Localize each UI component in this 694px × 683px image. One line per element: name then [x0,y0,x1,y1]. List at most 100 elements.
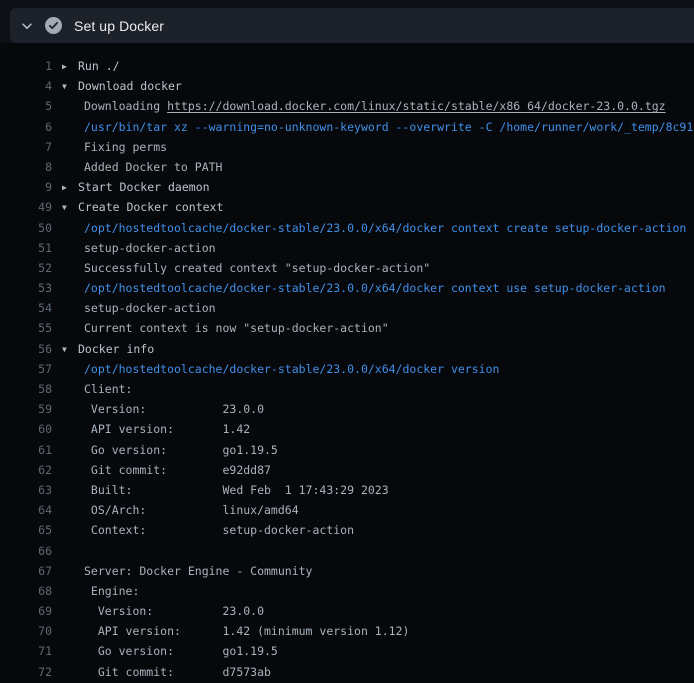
log-line: 58Client: [0,379,694,399]
log-text: Successfully created context "setup-dock… [52,258,694,278]
line-number[interactable]: 4 [0,76,52,96]
group-label: Docker info [78,342,154,356]
log-line: 53/opt/hostedtoolcache/docker-stable/23.… [0,278,694,298]
line-number[interactable]: 1 [0,56,52,76]
line-number[interactable]: 9 [0,177,52,197]
log-text: Server: Docker Engine - Community [52,561,694,581]
line-number[interactable]: 66 [0,541,52,561]
line-number[interactable]: 52 [0,258,52,278]
log-group-toggle[interactable]: ▼Create Docker context [52,197,694,217]
line-number[interactable]: 67 [0,561,52,581]
log-line: 4▼Download docker [0,76,694,96]
log-text: API version: 1.42 (minimum version 1.12) [52,621,694,641]
log-line: 70 API version: 1.42 (minimum version 1.… [0,621,694,641]
triangle-down-icon[interactable]: ▼ [62,198,78,217]
log-line: 1▶Run ./ [0,56,694,76]
line-number[interactable]: 61 [0,440,52,460]
log-line: 63 Built: Wed Feb 1 17:43:29 2023 [0,480,694,500]
log-url-link[interactable]: https://download.docker.com/linux/static… [167,99,666,113]
chevron-down-icon[interactable] [10,19,44,33]
line-number[interactable]: 7 [0,137,52,157]
log-line: 5Downloading https://download.docker.com… [0,96,694,116]
line-number[interactable]: 68 [0,581,52,601]
line-number[interactable]: 58 [0,379,52,399]
line-number[interactable]: 71 [0,641,52,661]
line-number[interactable]: 50 [0,218,52,238]
log-line: 8Added Docker to PATH [0,157,694,177]
line-number[interactable]: 65 [0,520,52,540]
log-command-text: /opt/hostedtoolcache/docker-stable/23.0.… [52,278,694,298]
log-line: 57/opt/hostedtoolcache/docker-stable/23.… [0,359,694,379]
line-number[interactable]: 69 [0,601,52,621]
triangle-right-icon[interactable]: ▶ [62,178,78,197]
log-line: 65 Context: setup-docker-action [0,520,694,540]
line-number[interactable]: 59 [0,399,52,419]
log-group-toggle[interactable]: ▶Start Docker daemon [52,177,694,197]
log-line: 59 Version: 23.0.0 [0,399,694,419]
log-line: 66 [0,541,694,561]
line-number[interactable]: 8 [0,157,52,177]
log-group-toggle[interactable]: ▼Download docker [52,76,694,96]
log-line: 67Server: Docker Engine - Community [0,561,694,581]
line-number[interactable]: 54 [0,298,52,318]
group-label: Create Docker context [78,200,223,214]
line-number[interactable]: 55 [0,318,52,338]
log-line: 50/opt/hostedtoolcache/docker-stable/23.… [0,218,694,238]
log-line: 54setup-docker-action [0,298,694,318]
log-text-prefix: Downloading [84,99,167,113]
group-label: Download docker [78,79,182,93]
triangle-right-icon[interactable]: ▶ [62,57,78,76]
triangle-down-icon[interactable]: ▼ [62,77,78,96]
log-group-toggle[interactable]: ▶Run ./ [52,56,694,76]
line-number[interactable]: 63 [0,480,52,500]
log-text: setup-docker-action [52,298,694,318]
log-line: 72 Git commit: d7573ab [0,662,694,682]
log-text: API version: 1.42 [52,419,694,439]
log-line: 69 Version: 23.0.0 [0,601,694,621]
log-text [52,541,694,561]
log-text: setup-docker-action [52,238,694,258]
log-text: Client: [52,379,694,399]
log-text: Git commit: d7573ab [52,662,694,682]
log-text: OS/Arch: linux/amd64 [52,500,694,520]
group-label: Run ./ [78,59,120,73]
log-text: Go version: go1.19.5 [52,641,694,661]
log-text: Added Docker to PATH [52,157,694,177]
line-number[interactable]: 62 [0,460,52,480]
log-text: Go version: go1.19.5 [52,440,694,460]
line-number[interactable]: 49 [0,197,52,217]
line-number[interactable]: 56 [0,339,52,359]
log-line: 49▼Create Docker context [0,197,694,217]
log-text: Version: 23.0.0 [52,601,694,621]
triangle-down-icon[interactable]: ▼ [62,340,78,359]
log-text: Context: setup-docker-action [52,520,694,540]
log-line: 68 Engine: [0,581,694,601]
log-lines: 1▶Run ./4▼Download docker5Downloading ht… [0,56,694,682]
log-line: 71 Go version: go1.19.5 [0,641,694,661]
log-scroll-area[interactable]: 1▶Run ./4▼Download docker5Downloading ht… [0,43,694,683]
log-line: 60 API version: 1.42 [0,419,694,439]
line-number[interactable]: 64 [0,500,52,520]
log-text: Fixing perms [52,137,694,157]
log-group-toggle[interactable]: ▼Docker info [52,339,694,359]
line-number[interactable]: 72 [0,662,52,682]
log-line: 6/usr/bin/tar xz --warning=no-unknown-ke… [0,117,694,137]
log-line: 55Current context is now "setup-docker-a… [0,318,694,338]
line-number[interactable]: 70 [0,621,52,641]
log-line: 7Fixing perms [0,137,694,157]
line-number[interactable]: 57 [0,359,52,379]
log-line: 64 OS/Arch: linux/amd64 [0,500,694,520]
line-number[interactable]: 6 [0,117,52,137]
log-text: Downloading https://download.docker.com/… [52,96,694,116]
group-label: Start Docker daemon [78,180,210,194]
line-number[interactable]: 53 [0,278,52,298]
log-text: Engine: [52,581,694,601]
line-number[interactable]: 60 [0,419,52,439]
line-number[interactable]: 5 [0,96,52,116]
check-circle-icon [44,17,62,34]
line-number[interactable]: 51 [0,238,52,258]
log-line: 56▼Docker info [0,339,694,359]
log-command-text: /opt/hostedtoolcache/docker-stable/23.0.… [52,218,694,238]
workflow-log-viewport: Set up Docker 1▶Run ./4▼Download docker5… [0,0,694,683]
step-header[interactable]: Set up Docker [10,8,694,43]
